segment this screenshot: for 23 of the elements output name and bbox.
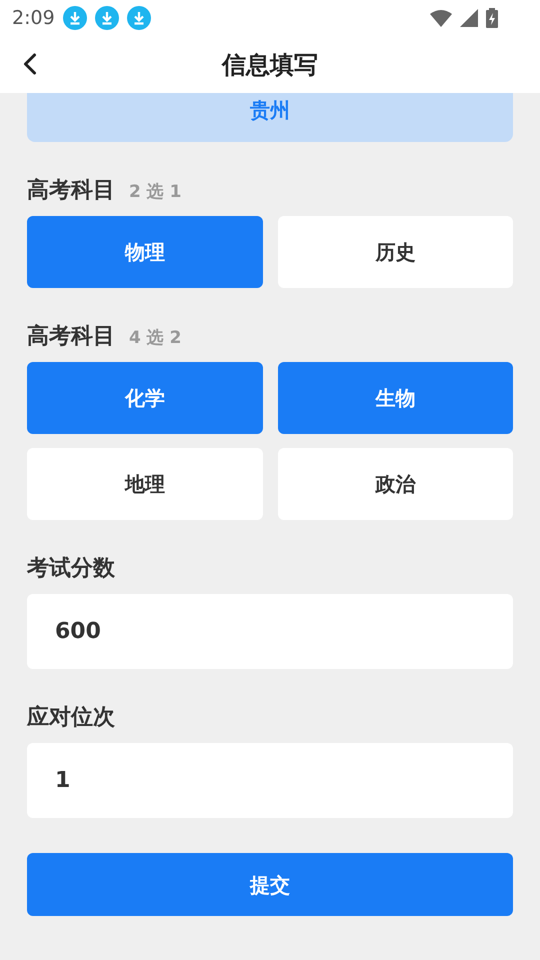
download-icon [94,6,119,30]
signal-icon [460,9,478,27]
subject-option[interactable]: 生物 [278,362,513,434]
page-title: 信息填写 [222,50,318,80]
field-label: 应对位次 [27,704,116,729]
battery-icon [486,8,498,28]
subject-option[interactable]: 政治 [278,448,513,520]
download-icon [126,6,151,30]
subject-option[interactable]: 历史 [278,216,513,288]
section-hint: 2 选 1 [129,181,182,204]
section-title: 高考科目 [27,322,115,351]
download-icon [62,6,87,30]
subject-option[interactable]: 化学 [27,362,262,434]
section-title: 高考科目 [27,176,115,205]
input-field[interactable]: 600 [27,594,513,669]
wifi-icon [430,9,452,27]
submit-button[interactable]: 提交 [27,853,513,916]
status-time: 2:09 [12,6,55,31]
section-hint: 4 选 2 [129,327,182,350]
subject-option[interactable]: 物理 [27,216,262,288]
field-label: 考试分数 [27,555,116,580]
input-field[interactable]: 1 [27,743,513,818]
subject-option[interactable]: 地理 [27,448,262,520]
